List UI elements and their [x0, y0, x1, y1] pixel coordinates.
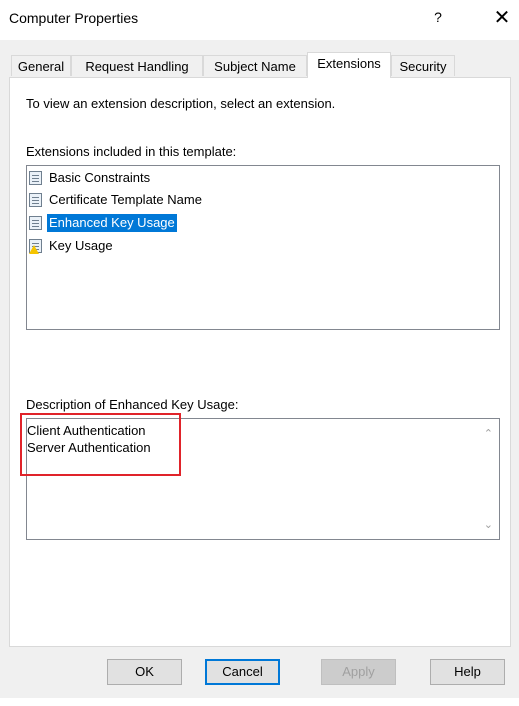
close-icon[interactable]: ✕	[490, 5, 514, 30]
title-bar: Computer Properties ? ✕	[0, 0, 519, 40]
extensions-list-label: Extensions included in this template:	[26, 144, 237, 159]
ok-button[interactable]: OK	[107, 659, 182, 685]
description-label: Description of Enhanced Key Usage:	[26, 397, 239, 412]
instruction-text: To view an extension description, select…	[26, 96, 336, 111]
help-button[interactable]: Help	[430, 659, 505, 685]
certificate-warning-icon	[29, 238, 44, 254]
list-item[interactable]: Basic Constraints	[29, 169, 152, 187]
window-title: Computer Properties	[9, 10, 139, 26]
certificate-doc-icon	[29, 170, 44, 186]
cancel-button[interactable]: Cancel	[205, 659, 280, 685]
certificate-doc-icon	[29, 192, 44, 208]
list-item-selected[interactable]: Enhanced Key Usage	[29, 214, 177, 232]
extensions-listbox[interactable]: Basic Constraints Certificate Template N…	[26, 165, 500, 330]
list-item-label: Key Usage	[49, 238, 113, 253]
certificate-doc-icon	[29, 215, 44, 231]
scroll-down-icon[interactable]: ⌄	[484, 518, 493, 531]
list-item[interactable]: Key Usage	[29, 237, 115, 255]
list-item[interactable]: Certificate Template Name	[29, 191, 204, 209]
list-item-label: Enhanced Key Usage	[47, 214, 177, 232]
tab-subject-name[interactable]: Subject Name	[203, 55, 307, 76]
background-strip	[0, 698, 519, 706]
tab-security[interactable]: Security	[391, 55, 455, 76]
tab-extensions[interactable]: Extensions	[307, 52, 391, 78]
list-item-label: Basic Constraints	[49, 170, 151, 185]
help-icon[interactable]: ?	[428, 9, 448, 25]
tab-general[interactable]: General	[11, 55, 71, 76]
tab-request-handling[interactable]: Request Handling	[71, 55, 203, 76]
extensions-panel	[9, 77, 511, 647]
highlight-box	[20, 413, 181, 476]
scroll-up-icon[interactable]: ⌃	[484, 427, 493, 440]
apply-button[interactable]: Apply	[321, 659, 396, 685]
list-item-label: Certificate Template Name	[49, 192, 202, 207]
